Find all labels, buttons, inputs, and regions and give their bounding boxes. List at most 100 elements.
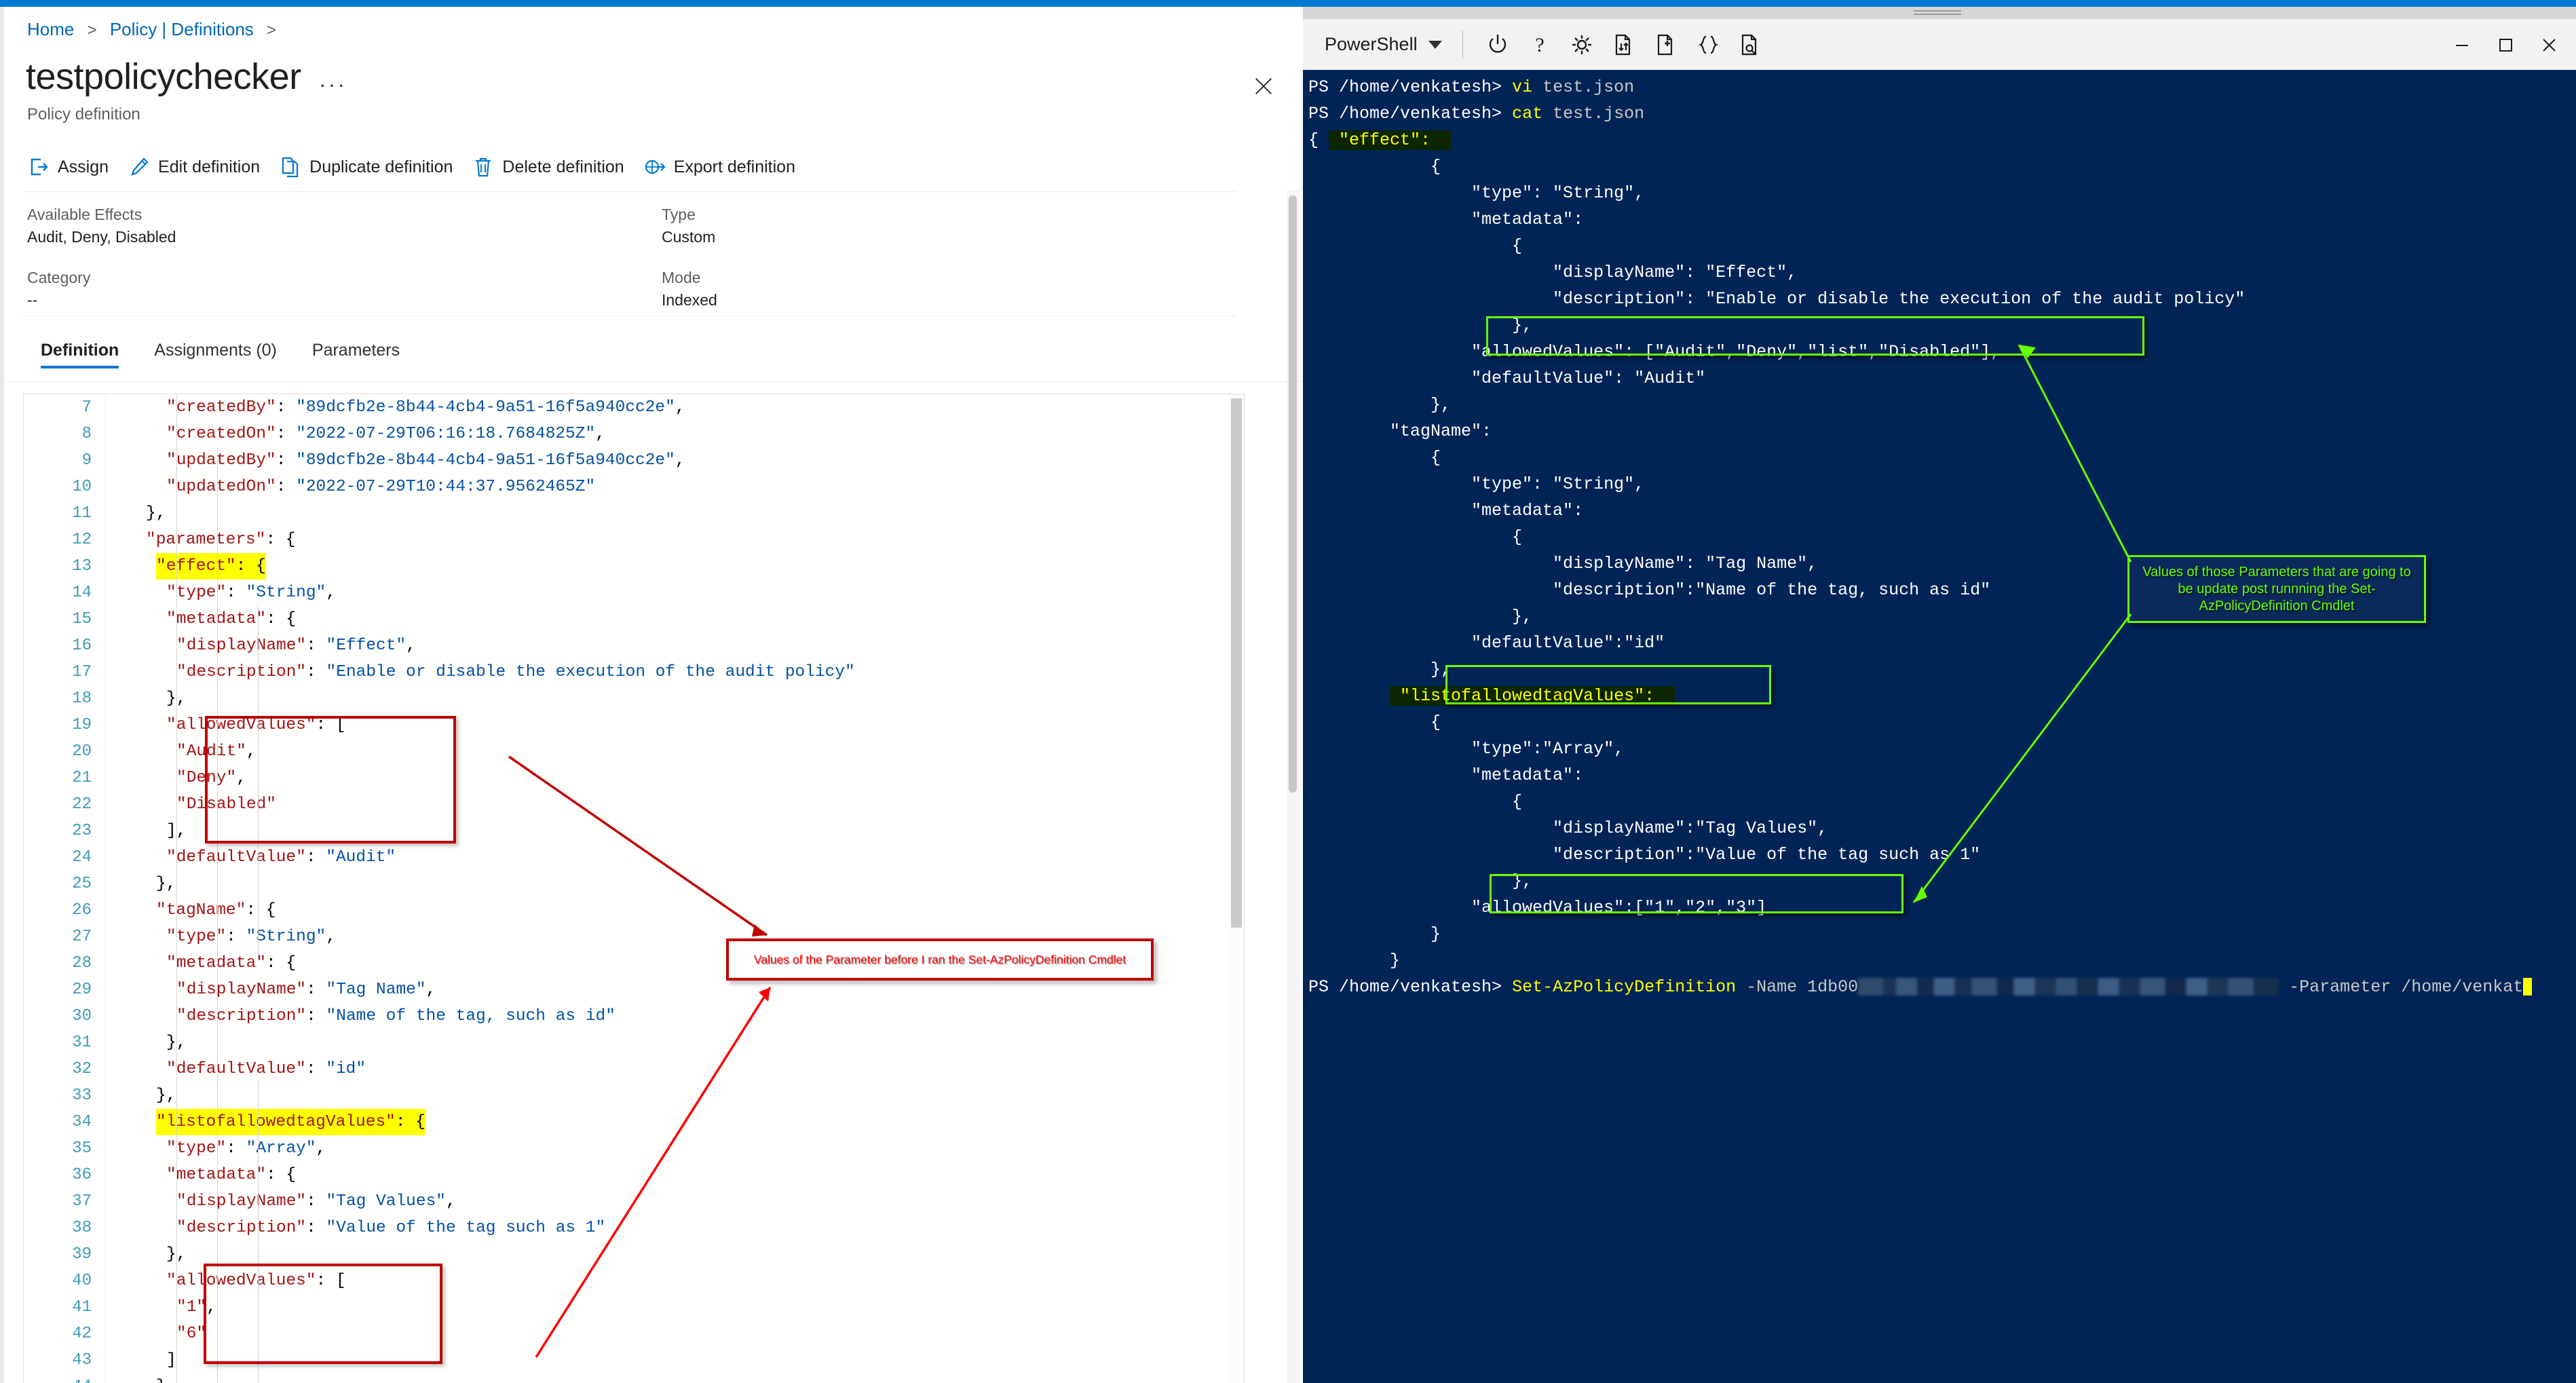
drag-handle-icon[interactable]: [1914, 10, 1961, 15]
line-number: 9: [81, 451, 92, 470]
editor-line: 12 "parameters": {: [24, 527, 1244, 553]
line-number: 42: [72, 1325, 92, 1343]
line-content: },: [156, 875, 176, 893]
terminal-text: }: [1308, 924, 1441, 944]
breadcrumb-item-policy-definitions[interactable]: Policy | Definitions: [110, 19, 254, 39]
terminal-line: }: [1308, 947, 2576, 974]
minimize-icon[interactable]: [2440, 24, 2484, 65]
annotation-box-shell-tag-allowed-values: [1490, 874, 1903, 913]
line-number: 17: [72, 663, 92, 681]
terminal-prompt: PS /home/venkatesh>: [1308, 977, 1513, 997]
line-content: "description": "Name of the tag, such as…: [176, 1007, 615, 1025]
editor-line: 44}: [24, 1373, 1244, 1383]
delete-definition-button[interactable]: Delete definition: [468, 146, 639, 188]
line-number: 20: [72, 742, 92, 761]
new-session-icon[interactable]: [1645, 24, 1687, 66]
line-number: 10: [72, 478, 92, 496]
terminal-line: {: [1308, 709, 2576, 736]
tab-assignments[interactable]: Assignments (0): [136, 333, 295, 371]
shell-type-dropdown[interactable]: PowerShell: [1318, 30, 1449, 59]
cloud-shell-titlebar[interactable]: [1303, 7, 2576, 19]
upload-download-icon[interactable]: [1603, 24, 1645, 66]
terminal-line: PS /home/venkatesh> vi test.json: [1308, 74, 2576, 100]
terminal-text: },: [1308, 607, 1533, 626]
terminal-line: "displayName":"Tag Values",: [1308, 815, 2576, 841]
property-mode: Mode Indexed: [662, 267, 717, 311]
property-key: Type: [662, 206, 696, 223]
line-number: 18: [72, 689, 92, 708]
editor-line: 37 "displayName": "Tag Values",: [24, 1188, 1244, 1215]
terminal-text: "displayName": "Tag Name",: [1308, 554, 1818, 573]
line-number: 33: [72, 1086, 92, 1105]
editor-line: 10 "updatedOn": "2022-07-29T10:44:37.9562…: [24, 474, 1244, 500]
tab-definition[interactable]: Definition: [23, 333, 136, 371]
line-number: 41: [72, 1298, 92, 1316]
editor-line: 32 "defaultValue": "id": [24, 1056, 1244, 1082]
line-number: 39: [72, 1245, 92, 1264]
preview-icon[interactable]: [1729, 24, 1771, 66]
braces-icon[interactable]: [1687, 24, 1729, 66]
json-definition-editor[interactable]: 7 "createdBy": "89dcfb2e-8b44-4cb4-9a51-1…: [23, 394, 1245, 1383]
more-options-icon[interactable]: ···: [319, 72, 347, 97]
breadcrumb-item-home[interactable]: Home: [27, 19, 74, 39]
terminal-line: PS /home/venkatesh> cat test.json: [1308, 100, 2576, 127]
line-number: 37: [72, 1192, 92, 1211]
assign-button[interactable]: Assign: [23, 146, 124, 188]
policy-definition-blade: Home > Policy | Definitions > testpolicy…: [0, 7, 1303, 1383]
line-content: "displayName": "Tag Name",: [176, 981, 436, 999]
export-definition-button[interactable]: Export definition: [639, 146, 810, 188]
gear-icon[interactable]: [1561, 24, 1603, 66]
line-number: 16: [72, 637, 92, 655]
terminal-line: {: [1308, 524, 2576, 550]
annotation-box-tag-allowed-values: [204, 1264, 442, 1364]
terminal-text: {: [1308, 792, 1523, 812]
line-content: "displayName": "Effect",: [176, 637, 416, 655]
line-number: 12: [72, 531, 92, 549]
command-bar: Assign Edit definition Duplicate definit…: [23, 146, 810, 188]
terminal-text: {: [1308, 713, 1441, 732]
close-blade-button[interactable]: [1249, 71, 1278, 101]
line-number: 36: [72, 1166, 92, 1184]
line-number: 24: [72, 848, 92, 867]
property-type: Type Custom: [662, 204, 715, 248]
line-number: 21: [72, 769, 92, 787]
duplicate-definition-button[interactable]: Duplicate definition: [275, 146, 468, 188]
line-number: 30: [72, 1007, 92, 1025]
editor-scrollbar-track[interactable]: [1229, 394, 1244, 1383]
terminal-text: "tagName":: [1308, 421, 1492, 441]
terminal-arg-parameter: -Parameter: [2279, 977, 2402, 997]
terminal-line: "displayName": "Effect",: [1308, 259, 2576, 286]
line-content: "description": "Enable or disable the ex…: [176, 663, 855, 681]
editor-code[interactable]: 7 "createdBy": "89dcfb2e-8b44-4cb4-9a51-1…: [24, 394, 1244, 1383]
edit-definition-button[interactable]: Edit definition: [124, 146, 275, 188]
blade-scrollbar-thumb[interactable]: [1289, 195, 1297, 793]
terminal-line: }: [1308, 921, 2576, 947]
window-controls: [2440, 19, 2571, 70]
editor-line: 34 "listofallowedtagValues": {: [24, 1109, 1244, 1135]
chevron-down-icon: [1428, 40, 1442, 49]
editor-scrollbar-thumb[interactable]: [1231, 398, 1242, 928]
terminal-arg-name: -Name: [1736, 977, 1808, 997]
help-icon[interactable]: ?: [1519, 24, 1561, 66]
editor-line: 31},: [24, 1029, 1244, 1056]
editor-line: 18},: [24, 685, 1244, 712]
line-content: "metadata": {: [166, 954, 297, 972]
editor-line: 38 "description": "Value of the tag such …: [24, 1215, 1244, 1241]
tab-parameters[interactable]: Parameters: [295, 333, 417, 371]
terminal-line: "type":"Array",: [1308, 736, 2576, 762]
terminal-text: {: [1308, 527, 1523, 547]
power-icon[interactable]: [1477, 24, 1519, 66]
terminal-text: "metadata":: [1308, 765, 1584, 785]
property-value: Audit, Deny, Disabled: [27, 228, 176, 246]
terminal-text: {: [1308, 236, 1523, 256]
close-icon[interactable]: [2527, 24, 2571, 65]
line-content: "listofallowedtagValues": {: [156, 1109, 425, 1135]
maximize-icon[interactable]: [2484, 24, 2527, 65]
editor-line: 17 "description": "Enable or disable the …: [24, 659, 1244, 685]
terminal-output[interactable]: PS /home/venkatesh> vi test.json PS /home…: [1303, 70, 2576, 1383]
line-number: 31: [72, 1034, 92, 1052]
line-content: },: [156, 1086, 176, 1105]
line-number: 8: [81, 425, 92, 443]
line-number: 13: [72, 557, 92, 575]
